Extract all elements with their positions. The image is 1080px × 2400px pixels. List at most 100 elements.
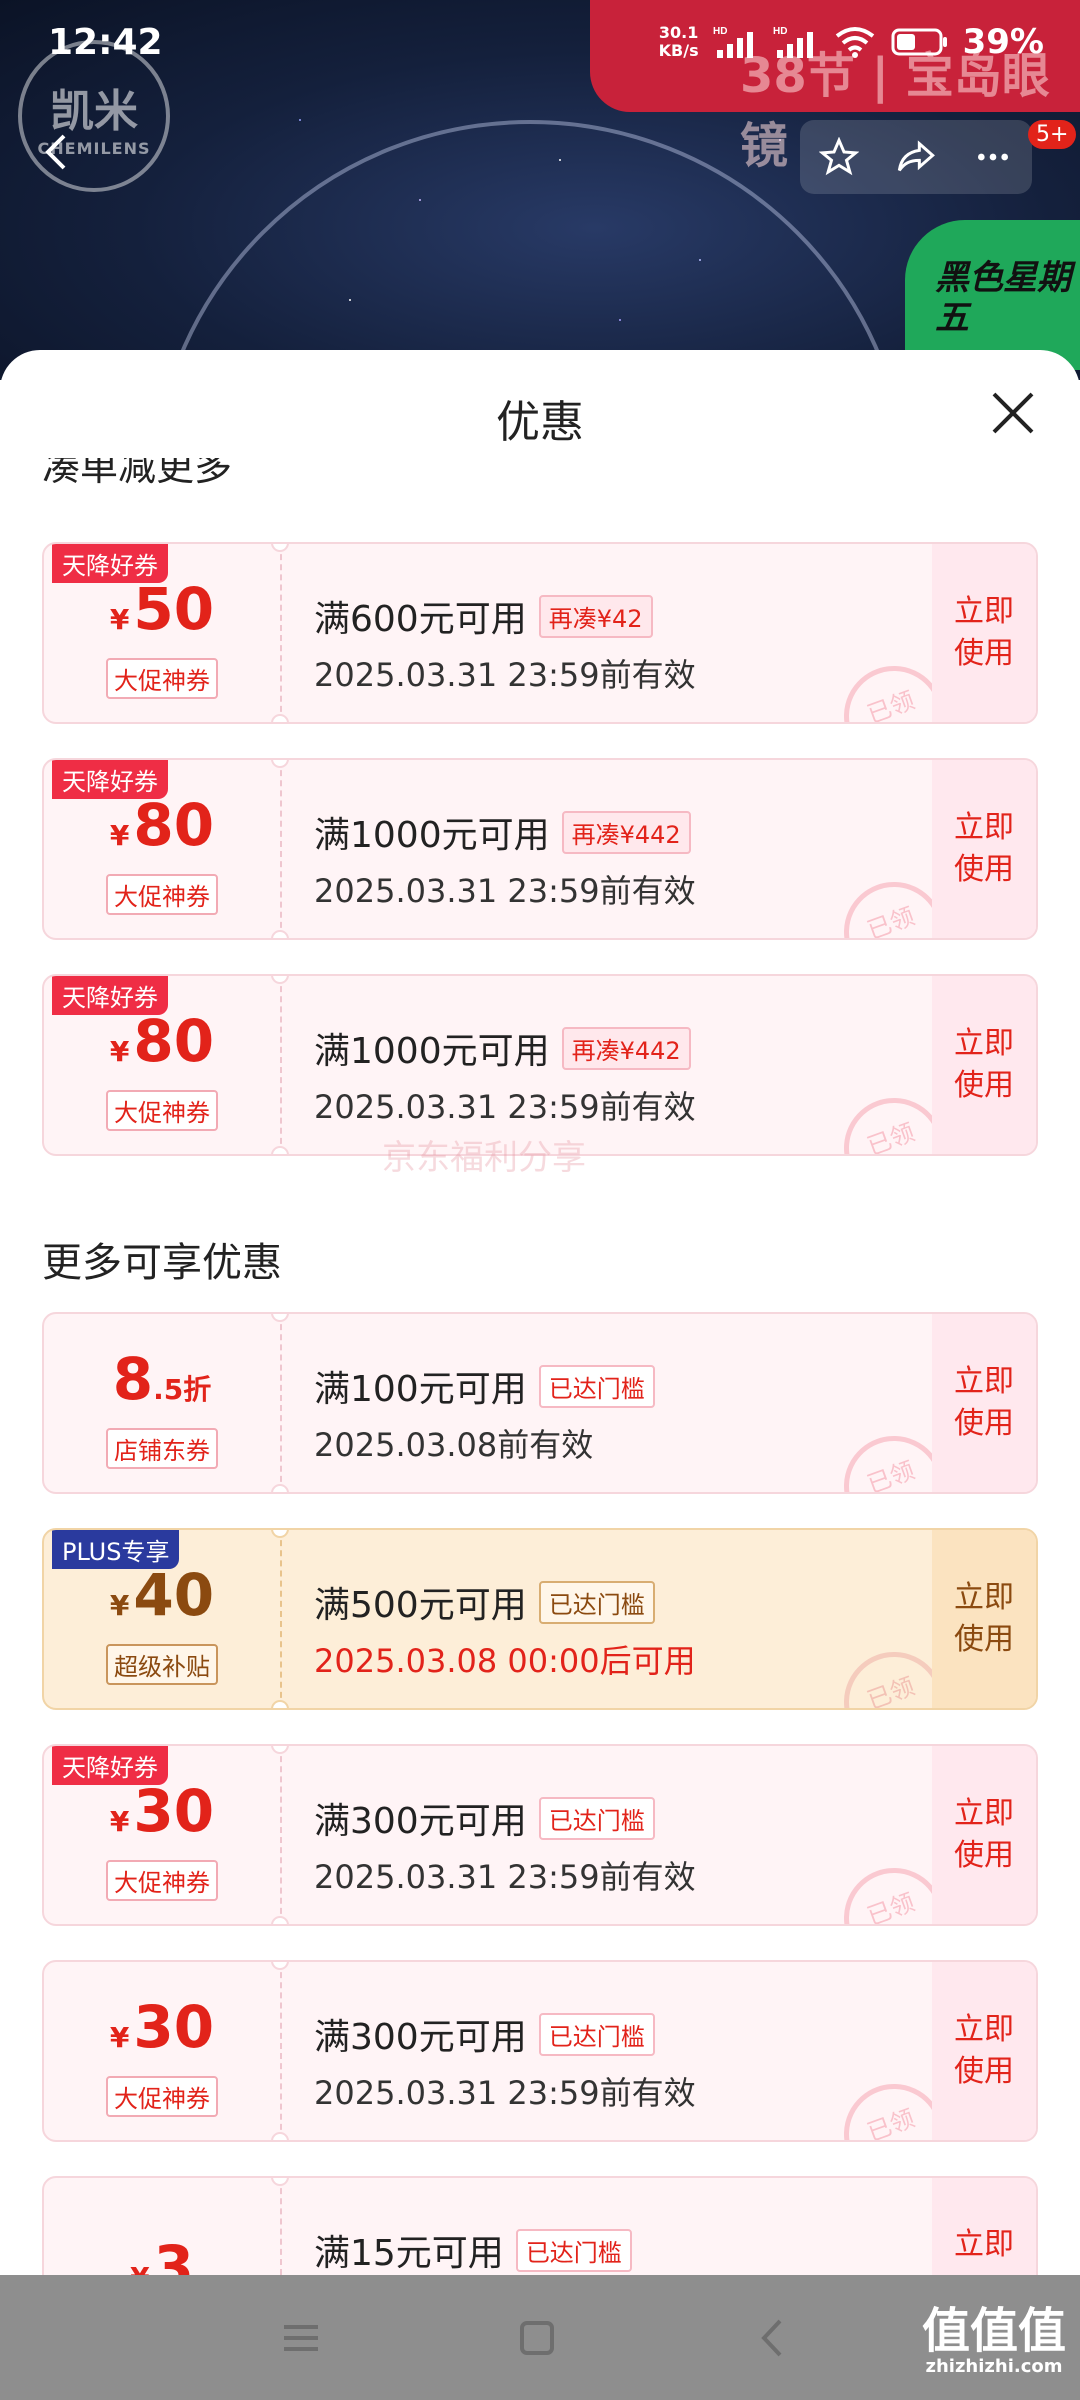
share-button[interactable] xyxy=(886,127,946,187)
coupon-card[interactable]: 天降好券 ¥80 大促神券 满1000元可用 再凑¥442 2025.03.31 … xyxy=(42,974,1038,1156)
coupon-amount: ¥30 xyxy=(110,1995,214,2070)
coupon-divider xyxy=(280,1314,282,1492)
use-now-button[interactable]: 立即使用 xyxy=(932,544,1036,722)
favorite-button[interactable] xyxy=(809,127,869,187)
coupon-info: 满1000元可用 再凑¥442 2025.03.31 23:59前有效 xyxy=(314,1022,696,1128)
coupon-value: 8.5折 店铺东券 xyxy=(44,1314,280,1492)
coupon-amount-value: 50 xyxy=(133,575,215,643)
use-now-button[interactable]: 立即使用 xyxy=(932,1962,1036,2140)
notification-badge: 5+ xyxy=(1028,120,1077,149)
recent-apps-button[interactable] xyxy=(276,2313,326,2363)
coupon-card[interactable]: ¥3 满15元可用已达门槛 立即 xyxy=(42,2176,1038,2275)
threshold-reached-pill: 已达门槛 xyxy=(538,1580,655,1624)
coupon-condition: 满100元可用 已达门槛 xyxy=(314,1360,655,1412)
home-button[interactable] xyxy=(512,2313,562,2363)
star-icon xyxy=(818,137,859,176)
use-now-label: 立即使用 xyxy=(954,810,1014,887)
network-speed-unit: KB/s xyxy=(658,41,699,60)
watermark: 京东福利分享 xyxy=(382,1138,586,1178)
threshold-reached-pill: 已达门槛 xyxy=(538,1796,655,1840)
threshold-reached-pill: 已达门槛 xyxy=(538,2012,655,2056)
coupon-expiry: 2025.03.31 23:59前有效 xyxy=(314,1858,696,1896)
coupon-amount-value: 3 xyxy=(153,2232,194,2276)
more-dots-icon xyxy=(978,153,1009,161)
coupon-condition-text: 满500元可用 xyxy=(314,1585,527,1626)
coupon-type: 超级补贴 xyxy=(106,1644,218,1685)
close-icon xyxy=(992,392,1034,434)
header-actions xyxy=(800,120,1032,194)
coupon-sheet: 优惠 凑单减更多 天降好券 ¥50 大促神券 满600元可用 再凑¥42 2025… xyxy=(0,350,1080,2275)
promo-badge[interactable]: 黑色星期五 xyxy=(905,220,1080,370)
currency-symbol: ¥ xyxy=(109,603,130,636)
coupon-type: 店铺东券 xyxy=(106,1428,218,1469)
coupon-condition: 满15元可用 已达门槛 xyxy=(314,2224,632,2275)
coupon-card[interactable]: 8.5折 店铺东券 满100元可用 已达门槛 2025.03.08前有效 已领 立… xyxy=(42,1312,1038,1494)
close-button[interactable] xyxy=(986,386,1040,440)
status-bar: 12:42 30.1 KB/s HD HD 39% xyxy=(0,0,1080,90)
use-now-button[interactable]: 立即使用 xyxy=(932,1530,1036,1708)
coupon-condition-text: 满100元可用 xyxy=(314,1369,527,1410)
status-icons: 30.1 KB/s HD HD 39% xyxy=(659,22,1044,62)
coupon-condition: 满1000元可用 再凑¥442 xyxy=(314,1022,696,1074)
sheet-title: 优惠 xyxy=(496,397,584,448)
coupon-value: ¥3 xyxy=(44,2178,280,2276)
coupon-info: 满1000元可用 再凑¥442 2025.03.31 23:59前有效 xyxy=(314,806,696,912)
coupon-info: 满300元可用 已达门槛 2025.03.31 23:59前有效 xyxy=(314,1792,696,1898)
threshold-reached-pill: 已达门槛 xyxy=(538,1364,655,1408)
clock: 12:42 xyxy=(48,22,163,63)
coupon-amount: 8.5折 xyxy=(113,1347,211,1422)
svg-text:HD: HD xyxy=(773,26,787,37)
use-now-button[interactable]: 立即 xyxy=(932,2178,1036,2275)
coupon-amount: ¥80 xyxy=(110,1009,214,1084)
coupon-value: ¥30 大促神券 xyxy=(44,1746,280,1924)
coupon-divider xyxy=(280,1746,282,1924)
coupon-type: 大促神券 xyxy=(106,2076,218,2117)
coupon-value: ¥80 大促神券 xyxy=(44,976,280,1154)
use-now-button[interactable]: 立即使用 xyxy=(932,1746,1036,1924)
coupon-gap-pill: 再凑¥442 xyxy=(561,810,691,854)
coupon-info: 满100元可用 已达门槛 2025.03.08前有效 xyxy=(314,1360,655,1466)
coupon-amount-value: 80 xyxy=(133,1007,215,1075)
coupon-condition-text: 满600元可用 xyxy=(314,599,527,640)
more-button[interactable] xyxy=(963,127,1023,187)
coupon-amount-value: 40 xyxy=(133,1561,215,1629)
coupon-amount: ¥50 xyxy=(110,577,214,652)
coupon-card[interactable]: 天降好券 ¥80 大促神券 满1000元可用 再凑¥442 2025.03.31 … xyxy=(42,758,1038,940)
coupon-divider xyxy=(280,2178,282,2275)
coupon-amount: ¥3 xyxy=(130,2235,194,2276)
coupon-expiry: 2025.03.08 00:00后可用 xyxy=(314,1642,696,1680)
coupon-card[interactable]: 天降好券 ¥50 大促神券 满600元可用 再凑¥42 2025.03.31 23… xyxy=(42,542,1038,724)
coupon-info: 满300元可用 已达门槛 2025.03.31 23:59前有效 xyxy=(314,2008,696,2114)
coupon-amount-value: 80 xyxy=(133,791,215,859)
system-back-button[interactable] xyxy=(748,2313,798,2363)
chevron-left-icon xyxy=(761,2319,782,2357)
use-now-label: 立即 xyxy=(954,2227,1014,2262)
coupon-amount: ¥40 xyxy=(110,1563,214,1638)
use-now-button[interactable]: 立即使用 xyxy=(932,976,1036,1154)
battery-icon xyxy=(891,28,947,56)
coupon-divider xyxy=(280,760,282,938)
use-now-button[interactable]: 立即使用 xyxy=(932,1314,1036,1492)
coupon-condition-text: 满300元可用 xyxy=(314,2017,527,2058)
coupon-value: ¥40 超级补贴 xyxy=(44,1530,280,1708)
svg-text:HD: HD xyxy=(713,26,727,37)
coupon-card-plus[interactable]: PLUS专享 ¥40 超级补贴 满500元可用 已达门槛 2025.03.08 0… xyxy=(42,1528,1038,1710)
coupon-divider xyxy=(280,1962,282,2140)
coupon-amount-value: 30 xyxy=(133,1993,215,2061)
network-speed: 30.1 KB/s xyxy=(659,24,699,60)
use-now-label: 立即使用 xyxy=(954,594,1014,671)
use-now-button[interactable]: 立即使用 xyxy=(932,760,1036,938)
menu-icon xyxy=(284,2325,318,2351)
coupon-info: 满15元可用 已达门槛 xyxy=(314,2224,632,2275)
use-now-label: 立即使用 xyxy=(954,1364,1014,1441)
coupon-type: 大促神券 xyxy=(106,658,218,699)
coupon-expiry: 2025.03.31 23:59前有效 xyxy=(314,2074,696,2112)
share-icon xyxy=(897,140,935,172)
site-watermark-logo: 值值值 zhizhizhi.com xyxy=(922,2305,1066,2377)
coupon-value: ¥80 大促神券 xyxy=(44,760,280,938)
coupon-card[interactable]: 天降好券 ¥30 大促神券 满300元可用 已达门槛 2025.03.31 23:… xyxy=(42,1744,1038,1926)
coupon-divider xyxy=(280,544,282,722)
back-button[interactable] xyxy=(34,128,82,176)
coupon-card[interactable]: ¥30 大促神券 满300元可用 已达门槛 2025.03.31 23:59前有效… xyxy=(42,1960,1038,2142)
coupon-value: ¥50 大促神券 xyxy=(44,544,280,722)
